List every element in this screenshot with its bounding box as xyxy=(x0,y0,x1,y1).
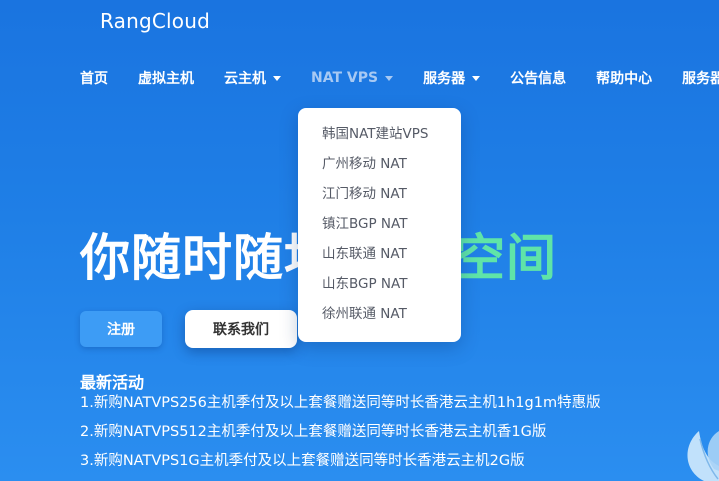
nav-item-virtual-host[interactable]: 虚拟主机 xyxy=(138,68,194,88)
dropdown-item-zhenjiang-bgp-nat[interactable]: 镇江BGP NAT xyxy=(298,214,461,244)
dropdown-item-shandong-unicom-nat[interactable]: 山东联通 NAT xyxy=(298,244,461,274)
brand-logo[interactable]: RangCloud xyxy=(100,9,210,33)
nav-label: 服务器 xyxy=(423,71,466,87)
news-title: 最新活动 xyxy=(80,373,145,392)
nav-label: 云主机 xyxy=(224,71,266,87)
nav-label: 首页 xyxy=(80,71,108,87)
chevron-down-icon xyxy=(273,75,281,81)
contact-us-button[interactable]: 联系我们 xyxy=(185,310,297,348)
nav-label: 虚拟主机 xyxy=(138,71,194,87)
plant-illustration xyxy=(687,431,719,481)
dropdown-item-guangzhou-mobile-nat[interactable]: 广州移动 NAT xyxy=(298,154,461,184)
nav-item-help-center[interactable]: 帮助中心 xyxy=(596,68,652,88)
nav-item-home[interactable]: 首页 xyxy=(80,68,108,88)
dropdown-item-jiangmen-mobile-nat[interactable]: 江门移动 NAT xyxy=(298,184,461,214)
nav-label: 公告信息 xyxy=(510,71,567,87)
dropdown-item-shandong-bgp-nat[interactable]: 山东BGP NAT xyxy=(298,274,461,304)
nav-item-cloud-host[interactable]: 云主机 xyxy=(224,68,281,88)
news-item[interactable]: 3.新购NATVPS1G主机季付及以上套餐赠送同等时长香港云主机2G版 xyxy=(80,451,601,480)
news-list: 1.新购NATVPS256主机季付及以上套餐赠送同等时长香港云主机1h1g1m特… xyxy=(80,393,601,480)
nav-item-server[interactable]: 服务器 xyxy=(423,68,481,88)
hero-title-main: 你随时随地 xyxy=(80,229,335,287)
nat-vps-dropdown-menu: 韩国NAT建站VPS 广州移动 NAT 江门移动 NAT 镇江BGP NAT 山… xyxy=(298,108,461,342)
dropdown-item-xuzhou-unicom-nat[interactable]: 徐州联通 NAT xyxy=(298,304,461,334)
nav-item-service[interactable]: 服务器 xyxy=(682,68,719,88)
nav-label: 帮助中心 xyxy=(596,71,653,87)
news-item[interactable]: 2.新购NATVPS512主机季付及以上套餐赠送同等时长香港云主机香1G版 xyxy=(80,422,601,451)
nav-item-announcements[interactable]: 公告信息 xyxy=(510,68,566,88)
hero-title-highlight: 空间 xyxy=(455,229,557,287)
chevron-down-icon xyxy=(385,75,394,81)
chevron-down-icon xyxy=(472,75,481,81)
main-nav: 首页 虚拟主机 云主机 NAT VPS 服务器 公告信息 帮助中心 服务器 xyxy=(80,68,719,88)
nav-label: NAT VPS xyxy=(311,70,379,86)
nav-label: 服务器 xyxy=(682,71,719,87)
nav-item-nat-vps[interactable]: NAT VPS xyxy=(311,68,394,88)
news-item[interactable]: 1.新购NATVPS256主机季付及以上套餐赠送同等时长香港云主机1h1g1m特… xyxy=(80,393,601,422)
register-button[interactable]: 注册 xyxy=(80,311,162,347)
dropdown-item-korea-nat[interactable]: 韩国NAT建站VPS xyxy=(298,124,461,154)
